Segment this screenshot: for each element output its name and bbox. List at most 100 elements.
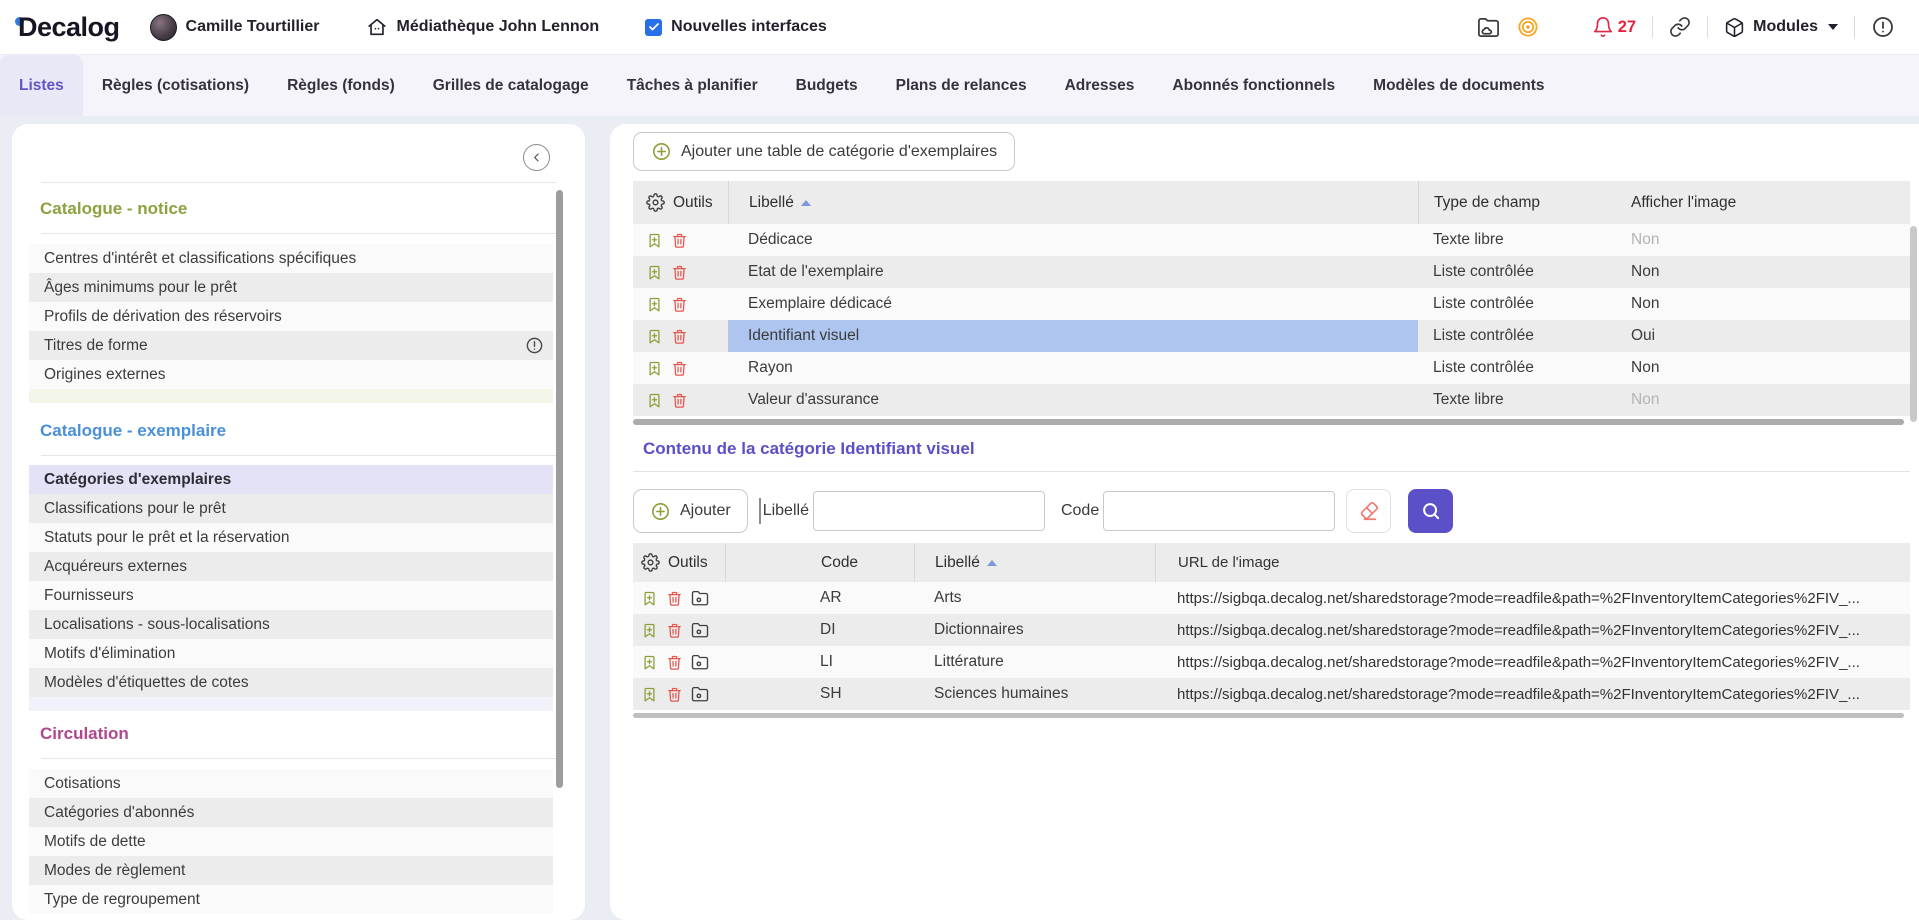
cell-code: LI xyxy=(725,646,914,678)
table-row[interactable]: DI Dictionnaires https://sigbqa.decalog.… xyxy=(633,614,1910,646)
code-filter-input[interactable] xyxy=(1103,491,1335,531)
sidebar-item-statuts-pret-reservation[interactable]: Statuts pour le prêt et la réservation xyxy=(29,523,553,552)
section-footer-band xyxy=(29,697,553,711)
help-button[interactable] xyxy=(1871,15,1895,39)
bookmark-add-icon[interactable] xyxy=(641,654,658,671)
sidebar-item-fournisseurs[interactable]: Fournisseurs xyxy=(29,581,553,610)
user-menu[interactable]: Camille Tourtillier xyxy=(150,14,320,41)
tab-plans-de-relances[interactable]: Plans de relances xyxy=(877,55,1046,116)
delete-icon[interactable] xyxy=(666,590,683,607)
bookmark-add-icon[interactable] xyxy=(646,328,663,345)
column-libelle-sortable[interactable]: Libellé xyxy=(728,181,1418,224)
table-row[interactable]: Valeur d'assurance Texte libre Non xyxy=(633,384,1910,416)
add-category-table-button[interactable]: Ajouter une table de catégorie d'exempla… xyxy=(633,132,1015,171)
sidebar-item-motifs-elimination[interactable]: Motifs d'élimination xyxy=(29,639,553,668)
column-outils[interactable]: Outils xyxy=(633,543,725,582)
table-row[interactable]: SH Sciences humaines https://sigbqa.deca… xyxy=(633,678,1910,710)
image-folder-icon[interactable] xyxy=(691,621,709,639)
image-folder-icon[interactable] xyxy=(691,589,709,607)
column-libelle-sortable[interactable]: Libellé xyxy=(914,543,1155,582)
sidebar-item-centres-interet[interactable]: Centres d'intérêt et classifications spé… xyxy=(29,244,553,273)
image-folder-icon[interactable] xyxy=(691,653,709,671)
bookmark-add-icon[interactable] xyxy=(641,622,658,639)
table-row[interactable]: Dédicace Texte libre Non xyxy=(633,224,1910,256)
image-folder-icon[interactable] xyxy=(691,685,709,703)
section-catalogue-exemplaire: Catégories d'exemplaires Classifications… xyxy=(12,465,585,711)
new-interfaces-toggle[interactable]: Nouvelles interfaces xyxy=(645,18,827,36)
add-item-button[interactable]: Ajouter xyxy=(633,489,748,533)
sidebar-item-categories-exemplaires[interactable]: Catégories d'exemplaires xyxy=(29,465,553,494)
tab-modeles-de-documents[interactable]: Modèles de documents xyxy=(1354,55,1563,116)
sidebar-item-classifications-pret[interactable]: Classifications pour le prêt xyxy=(29,494,553,523)
tab-taches-a-planifier[interactable]: Tâches à planifier xyxy=(608,55,777,116)
tab-abonnes-fonctionnels[interactable]: Abonnés fonctionnels xyxy=(1153,55,1354,116)
sidebar-item-titres-de-forme[interactable]: Titres de forme xyxy=(29,331,553,360)
search-icon xyxy=(1420,500,1442,522)
delete-icon[interactable] xyxy=(671,264,688,281)
sidebar-item-acquereurs-externes[interactable]: Acquéreurs externes xyxy=(29,552,553,581)
bookmark-add-icon[interactable] xyxy=(646,392,663,409)
tab-regles-fonds[interactable]: Règles (fonds) xyxy=(268,55,414,116)
clear-filters-button[interactable] xyxy=(1346,489,1391,533)
bookmark-add-icon[interactable] xyxy=(641,590,658,607)
sidebar-item-modes-de-reglement[interactable]: Modes de règlement xyxy=(29,856,553,885)
sidebar-collapse-button[interactable] xyxy=(523,144,550,171)
sidebar-item-profils-derivation[interactable]: Profils de dérivation des réservoirs xyxy=(29,302,553,331)
table-row[interactable]: Exemplaire dédicacé Liste contrôlée Non xyxy=(633,288,1910,320)
integrations-button[interactable] xyxy=(1669,16,1691,38)
sidebar-scrollbar[interactable] xyxy=(556,190,563,788)
bookmark-add-icon[interactable] xyxy=(646,264,663,281)
sidebar-item-origines-externes[interactable]: Origines externes xyxy=(29,360,553,389)
column-outils[interactable]: Outils xyxy=(633,181,728,224)
cell-code: AR xyxy=(725,582,914,614)
folder-cloud-button[interactable] xyxy=(1477,16,1500,39)
tab-adresses[interactable]: Adresses xyxy=(1046,55,1154,116)
tab-regles-cotisations[interactable]: Règles (cotisations) xyxy=(83,55,268,116)
delete-icon[interactable] xyxy=(671,328,688,345)
horizontal-scrollbar[interactable] xyxy=(633,713,1904,718)
tab-listes[interactable]: Listes xyxy=(0,55,83,116)
table-row[interactable]: AR Arts https://sigbqa.decalog.net/share… xyxy=(633,582,1910,614)
section-title-catalogue-notice: Catalogue - notice xyxy=(40,199,557,219)
tab-budgets[interactable]: Budgets xyxy=(777,55,877,116)
sidebar-item-motifs-de-dette[interactable]: Motifs de dette xyxy=(29,827,553,856)
bookmark-add-icon[interactable] xyxy=(646,232,663,249)
modules-menu[interactable]: Modules xyxy=(1724,17,1838,38)
delete-icon[interactable] xyxy=(666,654,683,671)
main-vertical-scrollbar[interactable] xyxy=(1910,226,1917,422)
info-icon[interactable] xyxy=(525,336,544,355)
cell-type: Liste contrôlée xyxy=(1418,320,1623,352)
libelle-filter-input[interactable] xyxy=(813,491,1045,531)
cell-libelle: Identifiant visuel xyxy=(728,320,1418,352)
cell-libelle: Dédicace xyxy=(728,224,1418,256)
cell-type: Texte libre xyxy=(1418,384,1623,416)
delete-icon[interactable] xyxy=(666,622,683,639)
delete-icon[interactable] xyxy=(671,392,688,409)
delete-icon[interactable] xyxy=(666,686,683,703)
tab-grilles-de-catalogage[interactable]: Grilles de catalogage xyxy=(414,55,608,116)
bookmark-add-icon[interactable] xyxy=(646,296,663,313)
horizontal-scrollbar[interactable] xyxy=(633,419,1904,425)
cell-image-url: https://sigbqa.decalog.net/sharedstorage… xyxy=(1155,646,1910,678)
delete-icon[interactable] xyxy=(671,296,688,313)
table-row-selected[interactable]: Identifiant visuel Liste contrôlée Oui xyxy=(633,320,1910,352)
plus-circle-icon xyxy=(650,501,671,522)
search-button[interactable] xyxy=(1408,489,1453,533)
notifications-button[interactable]: 27 xyxy=(1592,16,1636,38)
delete-icon[interactable] xyxy=(671,232,688,249)
broadcast-button[interactable] xyxy=(1516,15,1540,39)
table-row[interactable]: Rayon Liste contrôlée Non xyxy=(633,352,1910,384)
sidebar-item-ages-minimums[interactable]: Âges minimums pour le prêt xyxy=(29,273,553,302)
table-row[interactable]: Etat de l'exemplaire Liste contrôlée Non xyxy=(633,256,1910,288)
sidebar-item-type-de-regroupement[interactable]: Type de regroupement xyxy=(29,885,553,914)
sidebar-item-localisations[interactable]: Localisations - sous-localisations xyxy=(29,610,553,639)
sidebar-item-cotisations[interactable]: Cotisations xyxy=(29,769,553,798)
sidebar-item-modeles-etiquettes[interactable]: Modèles d'étiquettes de cotes xyxy=(29,668,553,697)
bookmark-add-icon[interactable] xyxy=(641,686,658,703)
new-interfaces-checkbox[interactable] xyxy=(645,19,662,36)
table-row[interactable]: LI Littérature https://sigbqa.decalog.ne… xyxy=(633,646,1910,678)
sidebar-item-categories-abonnes[interactable]: Catégories d'abonnés xyxy=(29,798,553,827)
library-selector[interactable]: Médiathèque John Lennon xyxy=(366,16,600,38)
delete-icon[interactable] xyxy=(671,360,688,377)
bookmark-add-icon[interactable] xyxy=(646,360,663,377)
